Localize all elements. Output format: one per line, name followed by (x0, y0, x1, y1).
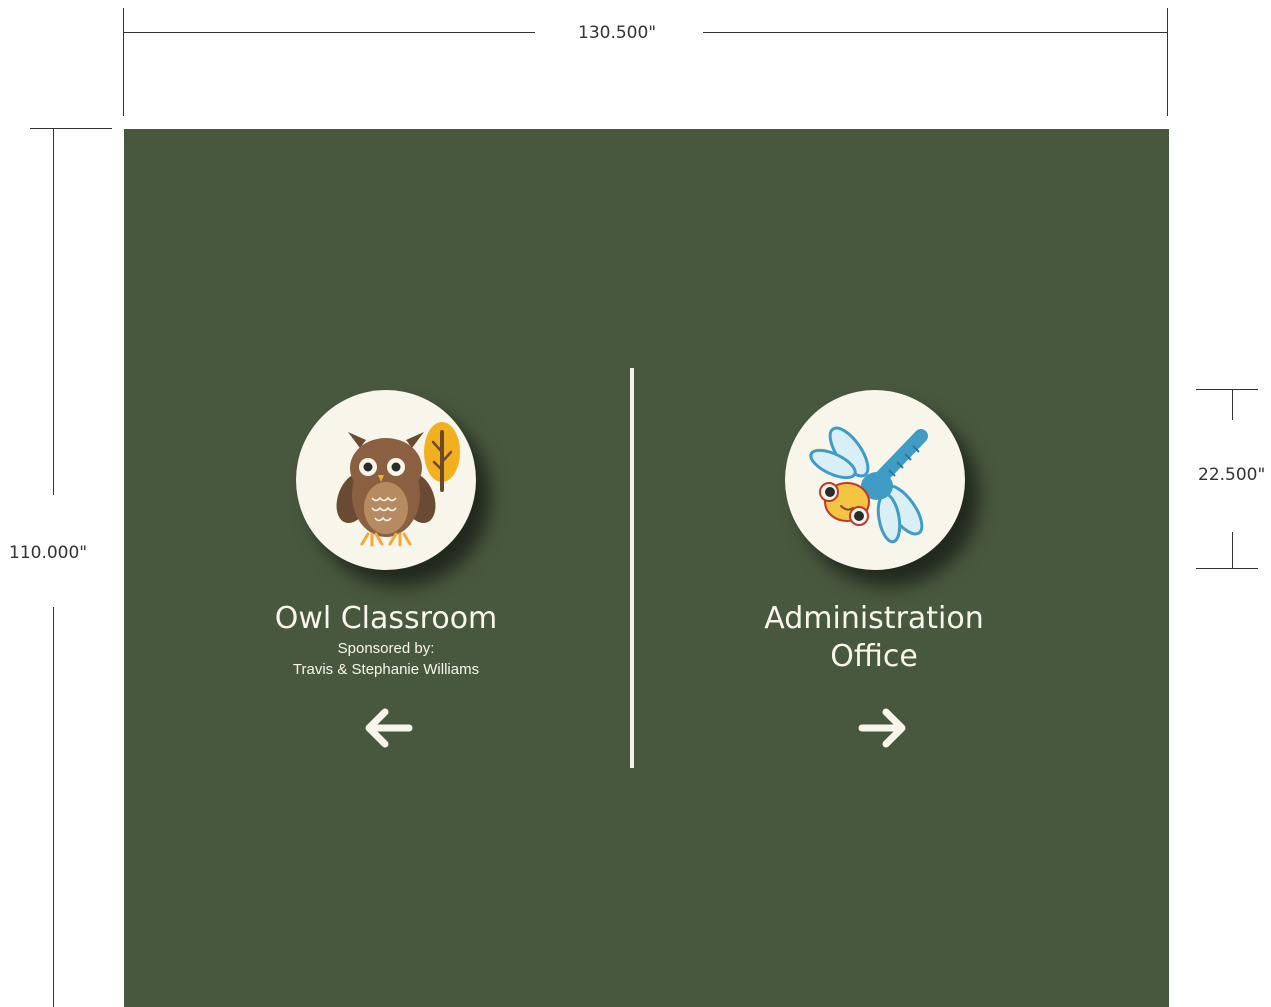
width-dimension-line-left (123, 32, 535, 33)
badge-dimension-label: 22.500" (1198, 465, 1266, 485)
badge-dimension-tick-bottom (1196, 568, 1258, 569)
center-divider (630, 368, 634, 768)
badge-dimension-tick-top (1196, 389, 1258, 390)
dragonfly-icon (809, 426, 928, 544)
width-dimension-line-right (703, 32, 1168, 33)
width-dimension-tick-right (1167, 8, 1168, 116)
owl-icon (336, 422, 460, 547)
badge-dimension-line-top (1232, 389, 1233, 420)
owl-badge (296, 390, 476, 570)
height-dimension-line-top (53, 128, 54, 495)
height-dimension-line-bottom (53, 607, 54, 1007)
arrow-left-icon (365, 708, 413, 748)
administration-title-line1: Administration (764, 601, 984, 636)
sign-panel (124, 129, 1169, 1007)
owl-classroom-title: Owl Classroom (274, 601, 498, 636)
badge-dimension-line-bottom (1232, 532, 1233, 569)
dragonfly-badge (785, 390, 965, 570)
height-dimension-label: 110.000" (9, 543, 88, 563)
height-dimension-tick-top (30, 128, 112, 129)
width-dimension-label: 130.500" (578, 23, 657, 43)
sponsor-label: Sponsored by: (337, 640, 435, 657)
sponsor-names: Travis & Stephanie Williams (292, 661, 480, 678)
width-dimension-tick-left (123, 8, 124, 116)
administration-title-line2: Office (830, 639, 918, 674)
arrow-right-icon (858, 708, 906, 748)
